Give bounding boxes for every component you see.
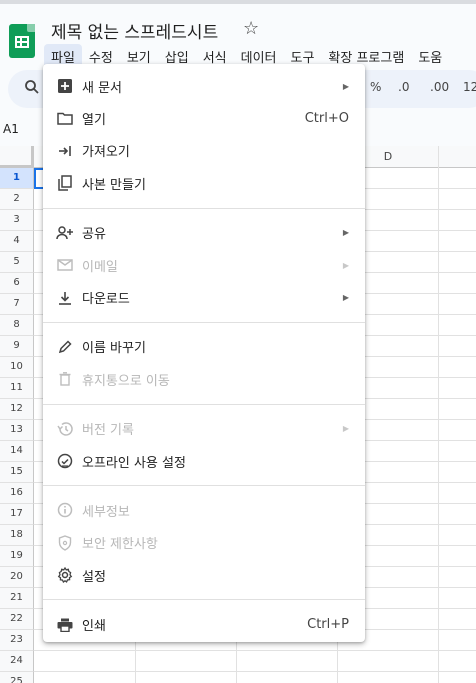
number-format-button[interactable]: 123 — [463, 80, 476, 94]
row-header[interactable]: 24 — [0, 651, 34, 672]
import-icon — [56, 142, 74, 160]
row-header[interactable]: 8 — [0, 315, 34, 336]
menu-item-security: 보안 제한사항 — [43, 527, 365, 559]
menu-item-details: 세부정보 — [43, 494, 365, 526]
menu-item-settings[interactable]: 설정 — [43, 559, 365, 591]
increase-decimal-button[interactable]: .00 — [430, 80, 449, 94]
row-header[interactable]: 4 — [0, 231, 34, 252]
menu-divider — [43, 321, 365, 323]
gridline — [34, 671, 476, 672]
row-header[interactable]: 23 — [0, 630, 34, 651]
person-add-icon — [56, 224, 74, 242]
row-header[interactable]: 10 — [0, 357, 34, 378]
menu-item-print[interactable]: 인쇄 Ctrl+P — [43, 608, 365, 640]
new-sheet-icon — [56, 77, 74, 95]
pencil-icon — [56, 338, 74, 356]
menu-item-new[interactable]: 새 문서 ▶ — [43, 70, 365, 102]
info-icon — [56, 501, 74, 519]
folder-icon — [56, 110, 74, 128]
menu-divider — [43, 485, 365, 487]
submenu-arrow-icon: ▶ — [342, 260, 349, 270]
select-all-corner[interactable] — [0, 146, 34, 168]
row-header[interactable]: 2 — [0, 189, 34, 210]
row-header[interactable]: 12 — [0, 399, 34, 420]
shield-icon — [56, 534, 74, 552]
row-header[interactable]: 16 — [0, 483, 34, 504]
row-header[interactable]: 6 — [0, 273, 34, 294]
column-header[interactable] — [438, 146, 476, 168]
row-header[interactable]: 19 — [0, 546, 34, 567]
row-header[interactable]: 18 — [0, 525, 34, 546]
trash-icon — [56, 370, 74, 388]
printer-icon — [56, 616, 74, 634]
row-header[interactable]: 5 — [0, 252, 34, 273]
menu-item-version-history: 버전 기록 ▶ — [43, 413, 365, 445]
menu-divider — [43, 207, 365, 209]
row-header[interactable]: 20 — [0, 567, 34, 588]
menu-divider — [43, 403, 365, 405]
sheets-logo-icon[interactable] — [9, 24, 35, 58]
menu-item-make-copy[interactable]: 사본 만들기 — [43, 167, 365, 199]
row-header[interactable]: 14 — [0, 441, 34, 462]
menu-divider — [43, 599, 365, 601]
menu-item-trash: 휴지통으로 이동 — [43, 363, 365, 395]
submenu-arrow-icon: ▶ — [342, 228, 349, 238]
row-header[interactable]: 17 — [0, 504, 34, 525]
row-header[interactable]: 1 — [0, 168, 34, 189]
top-bar: 제목 없는 스프레드시트 ☆ 파일 수정 보기 삽입 서식 데이터 도구 확장 … — [0, 0, 476, 68]
row-header[interactable]: 11 — [0, 378, 34, 399]
gridline — [34, 650, 476, 651]
submenu-arrow-icon: ▶ — [342, 424, 349, 434]
row-header[interactable]: 15 — [0, 462, 34, 483]
offline-check-icon — [56, 452, 74, 470]
copy-icon — [56, 174, 74, 192]
gear-icon — [56, 566, 74, 584]
menu-item-share[interactable]: 공유 ▶ — [43, 217, 365, 249]
row-header[interactable]: 3 — [0, 210, 34, 231]
star-icon[interactable]: ☆ — [243, 18, 259, 39]
file-menu: 새 문서 ▶ 열기 Ctrl+O 가져오기 사본 만들기 공유 ▶ 이메일 ▶ — [43, 64, 365, 642]
menu-item-email: 이메일 ▶ — [43, 249, 365, 281]
menu-item-rename[interactable]: 이름 바꾸기 — [43, 331, 365, 363]
submenu-arrow-icon: ▶ — [342, 81, 349, 91]
row-header[interactable]: 25 — [0, 672, 34, 683]
mail-icon — [56, 256, 74, 274]
menu-help[interactable]: 도움 — [411, 44, 449, 68]
search-menus-icon[interactable] — [24, 79, 40, 95]
row-header[interactable]: 7 — [0, 294, 34, 315]
shortcut-print: Ctrl+P — [307, 617, 349, 633]
row-header[interactable]: 21 — [0, 588, 34, 609]
row-header[interactable]: 22 — [0, 609, 34, 630]
format-percent-button[interactable]: % — [370, 80, 381, 94]
menu-item-open[interactable]: 열기 Ctrl+O — [43, 102, 365, 134]
name-box[interactable]: A1 — [3, 122, 19, 136]
submenu-arrow-icon: ▶ — [342, 293, 349, 303]
decrease-decimal-button[interactable]: .0 — [398, 80, 409, 94]
menu-item-offline[interactable]: 오프라인 사용 설정 — [43, 445, 365, 477]
row-header[interactable]: 13 — [0, 420, 34, 441]
row-header[interactable]: 9 — [0, 336, 34, 357]
document-title[interactable]: 제목 없는 스프레드시트 — [51, 18, 218, 43]
menu-item-download[interactable]: 다운로드 ▶ — [43, 281, 365, 313]
shortcut-open: Ctrl+O — [304, 111, 349, 127]
download-icon — [56, 289, 74, 307]
menu-item-import[interactable]: 가져오기 — [43, 135, 365, 167]
gridline — [438, 168, 439, 683]
history-icon — [56, 420, 74, 438]
